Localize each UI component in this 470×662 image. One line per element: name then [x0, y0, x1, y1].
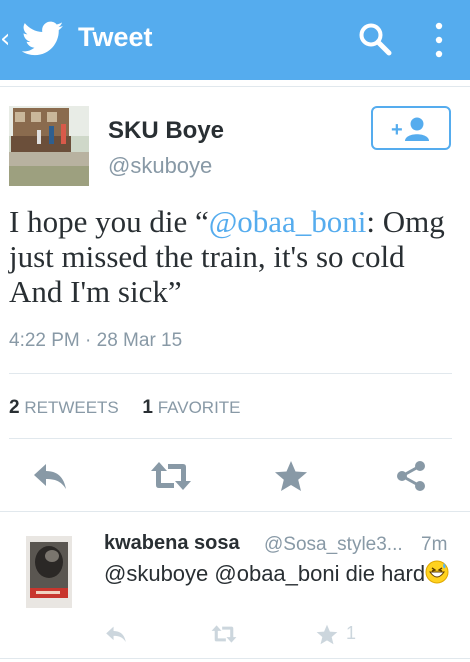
retweets-count[interactable]: 2: [9, 397, 20, 418]
twitter-bird-icon[interactable]: [22, 21, 64, 57]
tweet-text: I hope you die “@obaa_boni: Omg just mis…: [9, 204, 464, 309]
divider: [0, 86, 470, 87]
reply-text: @skuboye @obaa_boni die hard: [104, 560, 454, 588]
favorite-icon[interactable]: [274, 460, 308, 492]
add-user-icon: +: [391, 117, 429, 141]
mention-link[interactable]: @obaa_boni: [209, 204, 367, 239]
back-icon[interactable]: ‹: [0, 24, 10, 54]
favorite-small-icon[interactable]: [316, 624, 338, 645]
divider: [0, 658, 470, 659]
divider: [9, 373, 452, 374]
top-app-bar: ‹ Tweet: [0, 0, 470, 80]
reply-favorite-count: 1: [346, 623, 357, 643]
page-title: Tweet: [78, 22, 153, 52]
reply-avatar[interactable]: [22, 532, 76, 612]
retweet-icon[interactable]: [150, 460, 192, 492]
retweets-label[interactable]: RETWEETS: [24, 398, 118, 417]
divider: [0, 511, 470, 512]
author-name[interactable]: SKU Boye: [108, 117, 224, 145]
reply-timestamp: 7m: [421, 534, 448, 555]
share-icon[interactable]: [395, 460, 427, 492]
tweet-text-start: I hope you die “: [9, 204, 209, 239]
follow-button[interactable]: +: [371, 106, 451, 150]
author-avatar[interactable]: [9, 106, 89, 186]
more-options-icon[interactable]: [432, 20, 446, 60]
search-icon[interactable]: [358, 22, 392, 56]
tweet-stats: 2 RETWEETS 1 FAVORITE: [9, 397, 241, 419]
retweet-small-icon[interactable]: [211, 624, 237, 644]
reply-author-handle[interactable]: @Sosa_style3...: [264, 534, 403, 556]
favorites-count[interactable]: 1: [142, 397, 153, 418]
tweet-timestamp: 4:22 PM · 28 Mar 15: [9, 330, 183, 351]
grinning-sweat-emoji-icon: [425, 560, 449, 584]
divider: [9, 438, 452, 439]
reply-small-icon[interactable]: [105, 624, 127, 644]
reply-icon[interactable]: [32, 460, 68, 492]
reply-author-name[interactable]: kwabena sosa: [104, 532, 240, 555]
reply-text-body: @skuboye @obaa_boni die hard: [104, 561, 426, 586]
svg-text:+: +: [391, 119, 403, 141]
favorites-label[interactable]: FAVORITE: [158, 398, 241, 417]
author-handle[interactable]: @skuboye: [108, 153, 212, 179]
